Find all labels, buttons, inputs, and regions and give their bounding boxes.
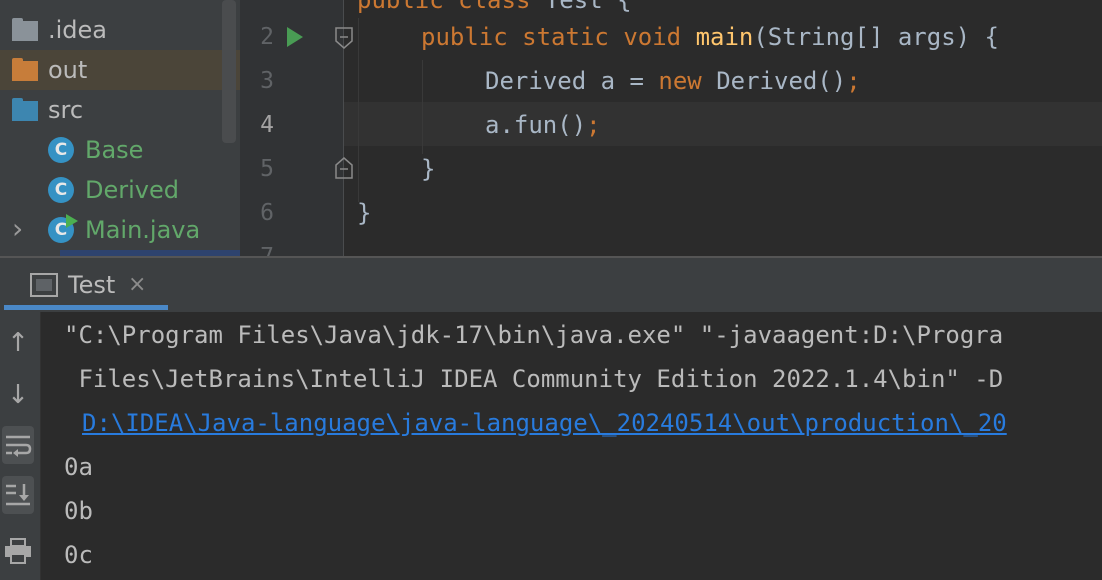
code-text: Derived() — [701, 67, 847, 95]
project-tree: .idea out src C Base C Derived › C Main.… — [0, 0, 240, 256]
tree-item-idea[interactable]: .idea — [0, 10, 240, 50]
code-line-6: } — [357, 191, 371, 235]
tree-item-label: Derived — [85, 176, 179, 204]
run-badge-icon — [66, 214, 78, 228]
folder-excluded-icon — [12, 58, 38, 81]
chevron-right-icon[interactable]: › — [12, 212, 23, 246]
semicolon: ; — [846, 67, 861, 95]
console-output-line: 0c — [64, 541, 93, 569]
semicolon: ; — [586, 111, 601, 139]
class-icon: C — [48, 177, 74, 203]
code-text: Derived a = — [485, 67, 659, 95]
folder-source-icon — [12, 98, 38, 121]
soft-wrap-icon[interactable] — [2, 426, 34, 464]
code-line-3: Derived a = new Derived(); — [485, 59, 861, 103]
console-path-link[interactable]: D:\IDEA\Java-language\java-language\_202… — [82, 401, 1007, 445]
keyword: static — [522, 23, 609, 51]
current-line-highlight — [344, 102, 1102, 146]
keyword: void — [623, 23, 682, 51]
fold-close-icon[interactable] — [334, 157, 354, 179]
code-text: a.fun() — [485, 111, 587, 139]
indent-guide — [422, 60, 423, 154]
tree-item-main-java[interactable]: › C Main.java — [0, 210, 240, 250]
arrow-up-icon[interactable]: ↑ — [2, 324, 34, 362]
tree-scrollbar[interactable] — [222, 0, 236, 143]
folder-icon — [12, 18, 38, 41]
tree-item-label: .idea — [48, 16, 108, 44]
line-number: 3 — [260, 68, 274, 94]
console-output-line: 0a — [64, 453, 93, 481]
console-line: "C:\Program Files\Java\jdk-17\bin\java.e… — [64, 321, 1004, 349]
keyword: public — [421, 23, 508, 51]
tab-label: Test — [68, 271, 116, 299]
arrow-down-icon[interactable]: ↓ — [2, 376, 34, 414]
tree-item-label: out — [48, 56, 88, 84]
fold-open-icon[interactable] — [334, 27, 354, 49]
tree-item-out[interactable]: out — [0, 50, 240, 90]
keyword: class — [458, 0, 531, 14]
code-text: (String[] args) { — [753, 23, 999, 51]
code-line-4: a.fun(); — [485, 103, 601, 147]
method-name: main — [695, 23, 754, 51]
tree-item-label: Base — [85, 136, 144, 164]
tree-item-derived[interactable]: C Derived — [0, 170, 240, 210]
tree-item-base[interactable]: C Base — [0, 130, 240, 170]
close-icon[interactable]: × — [128, 268, 146, 302]
run-console-icon — [30, 273, 58, 297]
class-icon: C — [48, 137, 74, 163]
active-tab-indicator — [4, 305, 168, 310]
code-text: Test { — [530, 0, 632, 14]
print-glyph — [5, 538, 31, 564]
tree-item-label: Main.java — [85, 216, 201, 244]
code-text: } — [421, 155, 436, 183]
line-number: 5 — [260, 156, 274, 182]
line-number: 4 — [260, 112, 274, 138]
keyword: public — [357, 0, 444, 14]
code-line-2: public static void main(String[] args) { — [421, 15, 999, 59]
print-icon[interactable] — [2, 532, 34, 570]
run-gutter-icon[interactable] — [286, 26, 304, 48]
tree-item-label: src — [48, 96, 84, 124]
run-toolbar: ↑ ↓ — [0, 312, 41, 580]
code-text: } — [357, 199, 372, 227]
line-number: 2 — [260, 24, 274, 50]
keyword: new — [658, 67, 702, 95]
soft-wrap-glyph — [6, 435, 32, 457]
scroll-to-end-icon[interactable] — [2, 476, 34, 514]
indent-guide — [358, 18, 359, 202]
scroll-to-end-glyph — [6, 484, 30, 506]
console-line: Files\JetBrains\IntelliJ IDEA Community … — [64, 365, 1004, 393]
tree-item-src[interactable]: src — [0, 90, 240, 130]
code-line-5: } — [421, 147, 435, 191]
line-number: 6 — [260, 200, 274, 226]
console-output-line: 0b — [64, 497, 93, 525]
